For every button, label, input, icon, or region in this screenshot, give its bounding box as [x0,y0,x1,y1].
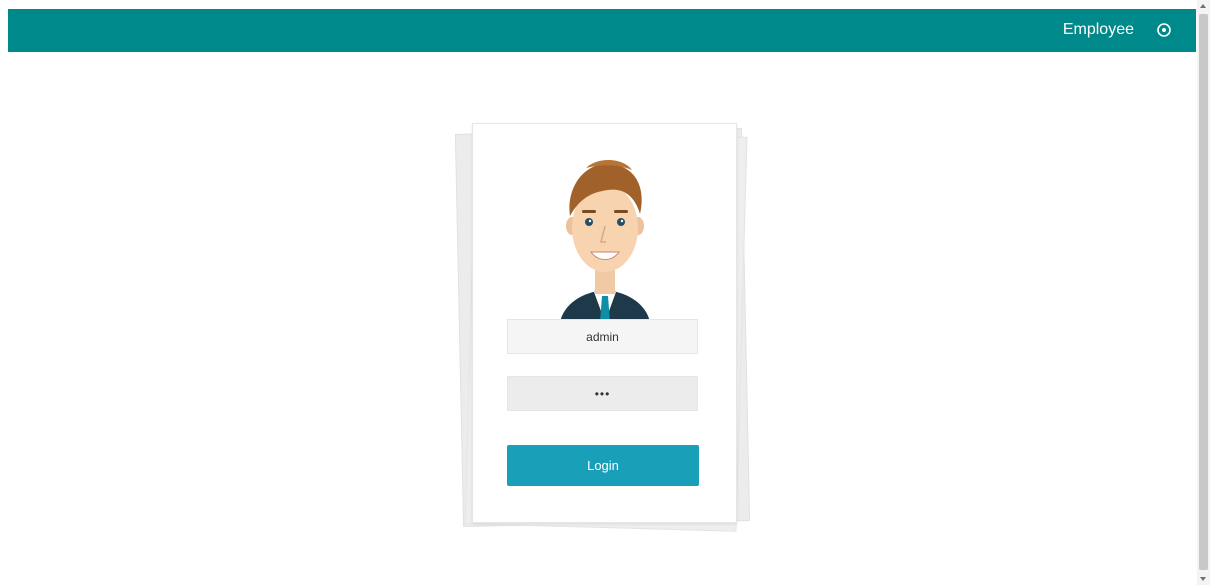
login-button[interactable]: Login [507,445,699,486]
password-input[interactable] [507,376,698,411]
username-input[interactable] [507,319,698,354]
login-card: Login [472,123,737,523]
scrollbar-thumb[interactable] [1199,14,1208,570]
app-window: Employee admin ••• Login [0,0,1210,585]
employee-avatar-illustration [560,159,650,322]
vertical-scrollbar[interactable] [1197,0,1210,585]
question-circle-icon[interactable] [1156,22,1172,38]
scroll-up-icon[interactable] [1200,4,1206,8]
scroll-down-icon[interactable] [1200,577,1206,581]
header-bar: Employee [8,9,1196,52]
header-title: Employee [1062,21,1134,38]
